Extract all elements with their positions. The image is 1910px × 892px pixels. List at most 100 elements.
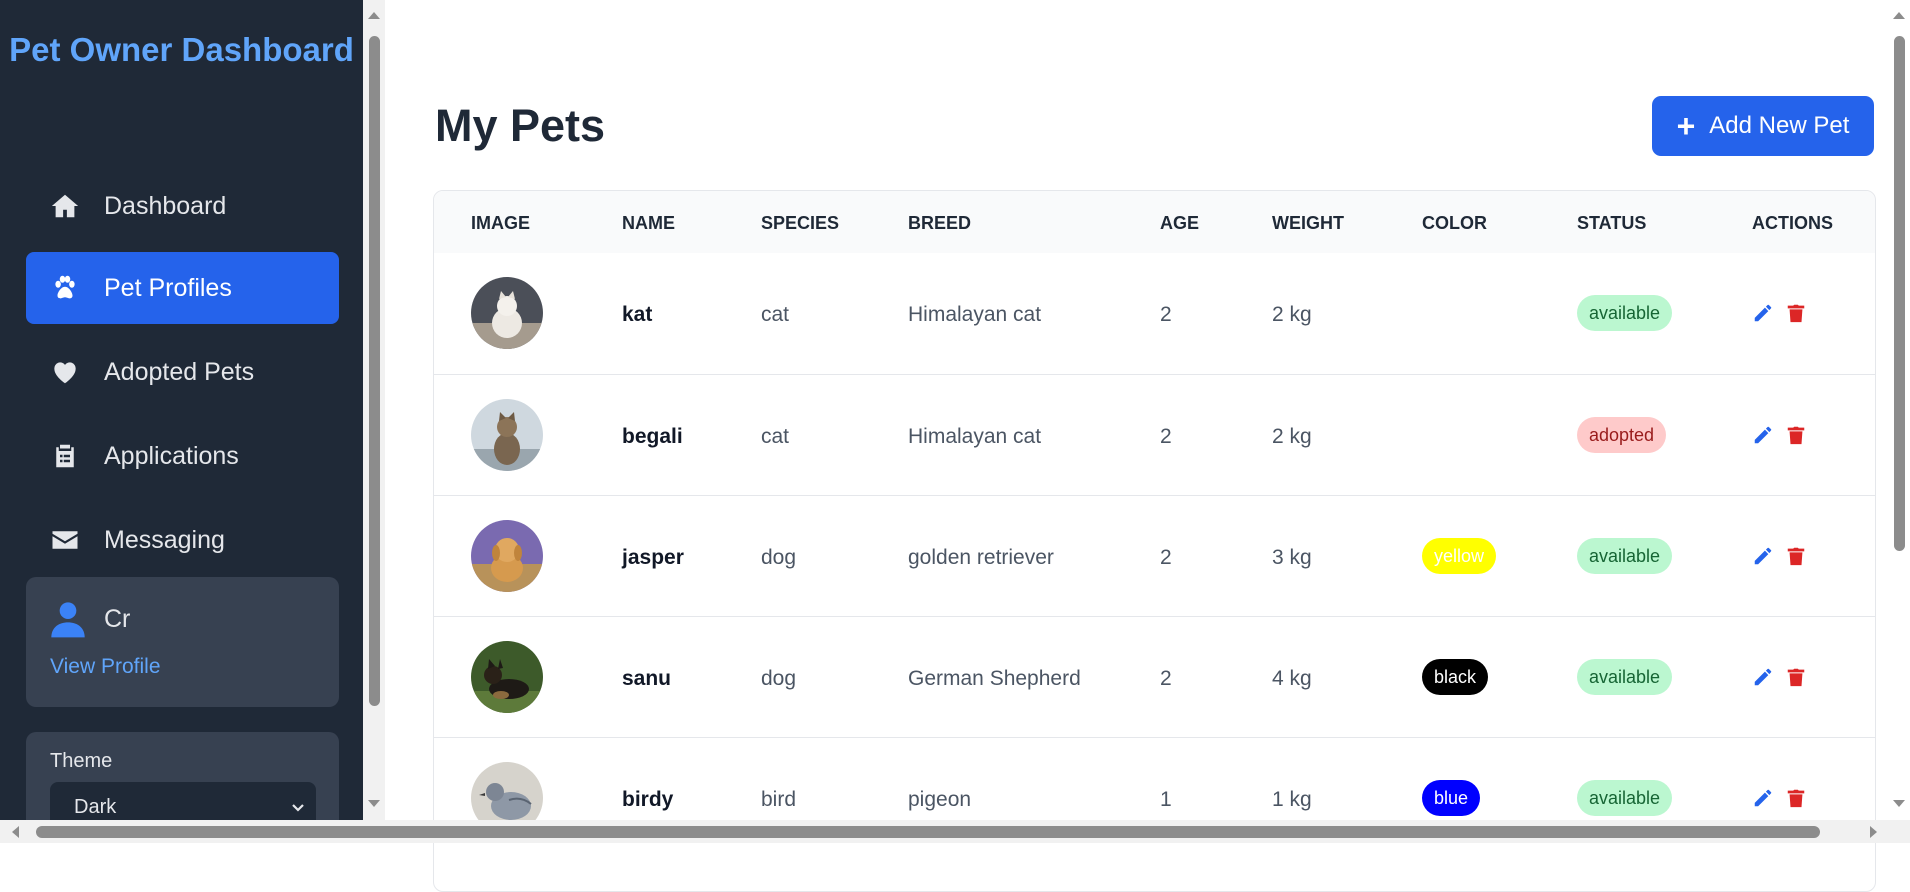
view-profile-link[interactable]: View Profile: [50, 655, 161, 679]
pet-photo: [471, 277, 543, 349]
heart-icon: [48, 355, 82, 389]
horizontal-scrollbar-thumb[interactable]: [36, 826, 1820, 838]
pet-weight: 4 kg: [1272, 667, 1312, 690]
clipboard-icon: [48, 439, 82, 473]
pet-photo: [471, 520, 543, 592]
pet-weight: 1 kg: [1272, 788, 1312, 811]
pets-table: IMAGE NAME SPECIES BREED AGE WEIGHT COLO…: [433, 190, 1876, 892]
pet-name: kat: [622, 303, 653, 326]
envelope-icon: [48, 523, 82, 557]
pet-weight: 2 kg: [1272, 425, 1312, 448]
page-title: My Pets: [435, 100, 606, 151]
column-header-age: AGE: [1160, 213, 1200, 233]
sidebar-scrollbar-thumb[interactable]: [369, 36, 380, 706]
pet-name: begali: [622, 425, 683, 448]
edit-icon[interactable]: [1752, 545, 1774, 567]
scroll-up-arrow-icon[interactable]: [1893, 12, 1905, 19]
sidebar-item-adopted-pets[interactable]: Adopted Pets: [26, 336, 339, 408]
pet-breed: golden retriever: [908, 546, 1054, 569]
color-badge: blue: [1422, 780, 1481, 816]
scroll-right-arrow-icon[interactable]: [1870, 826, 1877, 838]
theme-select[interactable]: Dark: [50, 782, 316, 820]
column-header-weight: WEIGHT: [1272, 213, 1344, 233]
pet-species: bird: [761, 788, 797, 811]
table-row: kat cat Himalayan cat 2 2 kg available: [434, 253, 1875, 374]
pet-age: 2: [1160, 303, 1172, 326]
sidebar-item-dashboard[interactable]: Dashboard: [26, 170, 339, 242]
pet-breed: pigeon: [908, 788, 972, 811]
color-badge: black: [1422, 659, 1489, 695]
pet-species: cat: [761, 303, 790, 326]
table-row: begali cat Himalayan cat 2 2 kg adopted: [434, 374, 1875, 496]
sidebar-scrollbar[interactable]: [363, 0, 385, 820]
column-header-status: STATUS: [1577, 213, 1647, 233]
theme-label: Theme: [50, 750, 113, 772]
edit-icon[interactable]: [1752, 424, 1774, 446]
pet-name: jasper: [622, 546, 684, 569]
chevron-down-icon: [292, 804, 304, 812]
add-new-pet-button[interactable]: + Add New Pet: [1652, 96, 1874, 156]
user-name: Cr: [104, 605, 131, 633]
pet-breed: Himalayan cat: [908, 303, 1042, 326]
table-row: sanu dog German Shepherd 2 4 kg black av…: [434, 616, 1875, 738]
pet-species: cat: [761, 425, 790, 448]
sidebar-item-label: Messaging: [104, 525, 225, 554]
sidebar-item-label: Adopted Pets: [104, 357, 255, 386]
status-badge: available: [1577, 295, 1673, 331]
pet-age: 2: [1160, 425, 1172, 448]
home-icon: [48, 189, 82, 223]
scroll-left-arrow-icon[interactable]: [12, 826, 19, 838]
pet-age: 2: [1160, 667, 1172, 690]
profile-card: Cr View Profile: [26, 577, 339, 707]
scroll-down-arrow-icon[interactable]: [1893, 800, 1905, 807]
column-header-image: IMAGE: [471, 213, 531, 233]
sidebar-item-messaging[interactable]: Messaging: [26, 504, 339, 576]
sidebar-item-pet-profiles[interactable]: Pet Profiles: [26, 252, 339, 324]
delete-icon[interactable]: [1785, 302, 1807, 324]
sidebar-item-applications[interactable]: Applications: [26, 420, 339, 492]
horizontal-scrollbar[interactable]: [0, 820, 1910, 843]
delete-icon[interactable]: [1785, 787, 1807, 809]
pet-species: dog: [761, 546, 797, 569]
edit-icon[interactable]: [1752, 666, 1774, 688]
pet-age: 1: [1160, 788, 1172, 811]
scroll-down-arrow-icon[interactable]: [368, 800, 380, 807]
sidebar: Pet Owner Dashboard Dashboard Pet Profil…: [0, 0, 363, 820]
column-header-name: NAME: [622, 213, 675, 233]
status-badge: available: [1577, 538, 1673, 574]
table-header: IMAGE NAME SPECIES BREED AGE WEIGHT COLO…: [434, 191, 1875, 253]
edit-icon[interactable]: [1752, 302, 1774, 324]
pet-weight: 3 kg: [1272, 546, 1312, 569]
edit-icon[interactable]: [1752, 787, 1774, 809]
color-badge: yellow: [1422, 538, 1497, 574]
status-badge: available: [1577, 659, 1673, 695]
sidebar-item-label: Pet Profiles: [104, 273, 232, 302]
pet-breed: Himalayan cat: [908, 425, 1042, 448]
theme-select-value: Dark: [74, 796, 117, 818]
column-header-breed: BREED: [908, 213, 972, 233]
user-icon: [48, 599, 88, 639]
column-header-color: COLOR: [1422, 213, 1487, 233]
scroll-up-arrow-icon[interactable]: [368, 12, 380, 19]
theme-card: Theme Dark: [26, 732, 339, 820]
delete-icon[interactable]: [1785, 666, 1807, 688]
pet-photo: [471, 399, 543, 471]
pet-age: 2: [1160, 546, 1172, 569]
column-header-actions: ACTIONS: [1752, 213, 1833, 233]
delete-icon[interactable]: [1785, 424, 1807, 446]
plus-icon: +: [1676, 108, 1696, 144]
delete-icon[interactable]: [1785, 545, 1807, 567]
pet-weight: 2 kg: [1272, 303, 1312, 326]
paw-icon: [48, 271, 82, 305]
add-new-pet-label: Add New Pet: [1709, 112, 1850, 139]
sidebar-item-label: Dashboard: [104, 191, 227, 220]
pet-photo: [471, 641, 543, 713]
column-header-species: SPECIES: [761, 213, 840, 233]
status-badge: available: [1577, 780, 1673, 816]
sidebar-item-label: Applications: [104, 441, 239, 470]
pet-breed: German Shepherd: [908, 667, 1081, 690]
pet-species: dog: [761, 667, 797, 690]
main-scrollbar-thumb[interactable]: [1894, 36, 1905, 551]
app-title: Pet Owner Dashboard: [9, 31, 354, 68]
main-scrollbar[interactable]: [1888, 0, 1910, 820]
